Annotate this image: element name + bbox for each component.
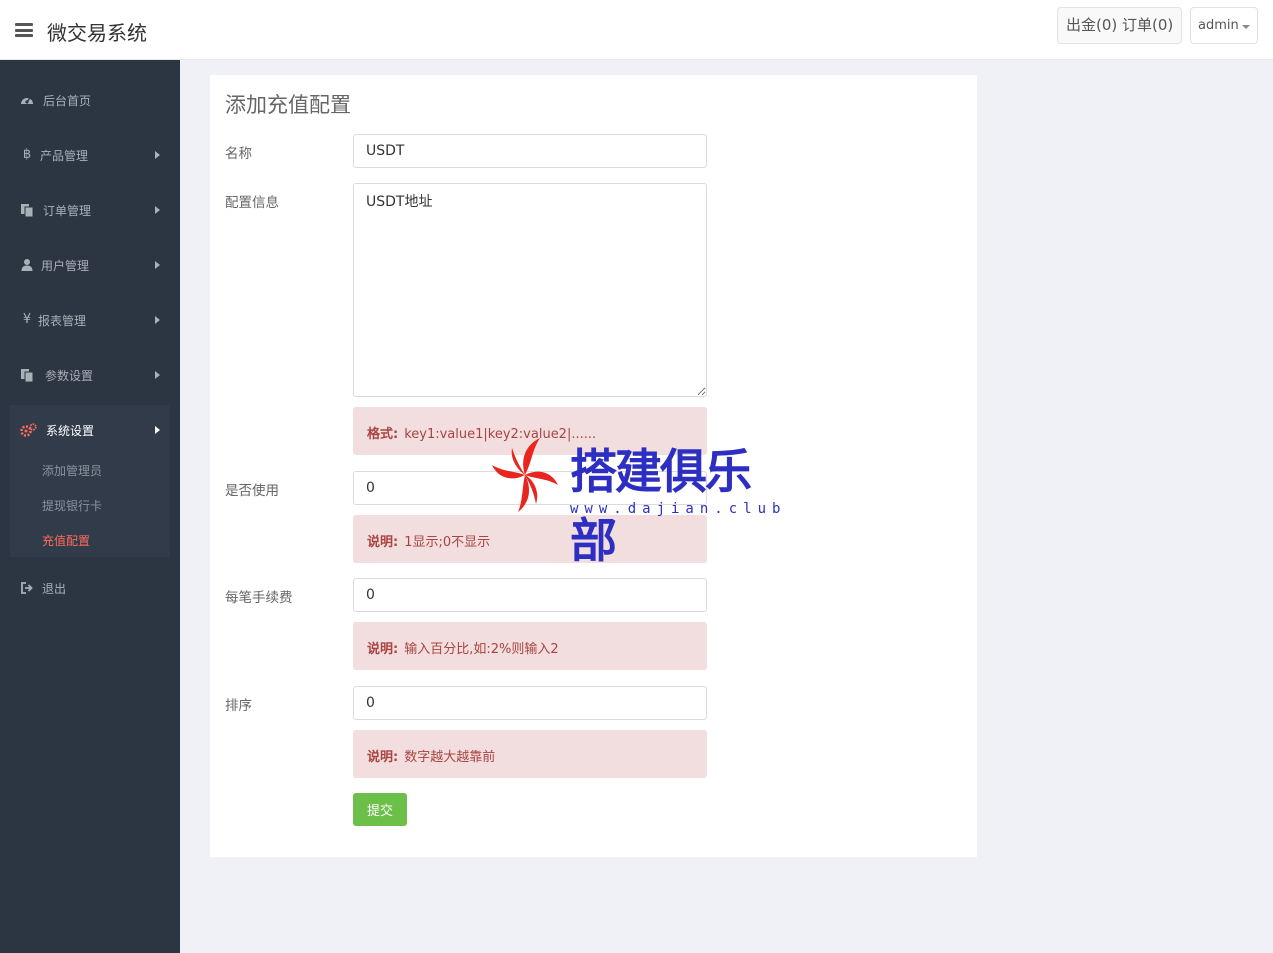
yen-icon: ¥ <box>22 312 32 327</box>
submit-button[interactable]: 提交 <box>353 793 407 826</box>
chevron-right-icon <box>155 316 160 324</box>
recharge-config-form: 添加充值配置 名称 配置信息 USDT地址 格式: key1:value1|key… <box>210 75 977 857</box>
menu-toggle-icon[interactable] <box>15 23 33 37</box>
sidebar-item-params[interactable]: 参数设置 <box>0 348 180 403</box>
gears-icon <box>20 423 37 441</box>
top-header: 微交易系统 出金(0) 订单(0) admin <box>0 0 1273 60</box>
chevron-right-icon <box>155 151 160 159</box>
copy-icon <box>20 368 34 383</box>
withdraw-orders-button[interactable]: 出金(0) 订单(0) <box>1057 7 1183 44</box>
note-head: 说明: <box>367 642 399 657</box>
fee-label: 每笔手续费 <box>225 590 293 606</box>
user-menu-button[interactable]: admin <box>1190 7 1258 44</box>
sidebar-item-users[interactable]: 用户管理 <box>0 238 180 293</box>
username-label: admin <box>1198 18 1239 33</box>
chevron-right-icon <box>155 261 160 269</box>
sidebar-item-label: 报表管理 <box>38 314 87 328</box>
copy-icon <box>20 203 34 218</box>
format-note: 格式: key1:value1|key2:value2|...... <box>353 407 707 455</box>
sidebar-item-label: 用户管理 <box>41 259 90 273</box>
sidebar: 后台首页 ฿ 产品管理 订单管理 用户管理 ¥ 报表管理 参数设置 系统设置 添… <box>0 60 180 953</box>
dashboard-icon <box>20 93 34 107</box>
sort-input[interactable] <box>353 686 707 720</box>
fee-note: 说明: 输入百分比,如:2%则输入2 <box>353 622 707 670</box>
sidebar-item-label: 订单管理 <box>43 204 92 218</box>
note-text: 1显示;0不显示 <box>404 535 491 550</box>
note-text: key1:value1|key2:value2|...... <box>404 427 597 442</box>
sidebar-item-system-settings: 系统设置 添加管理员 提现银行卡 充值配置 <box>10 405 170 557</box>
chevron-right-icon <box>155 371 160 379</box>
sidebar-item-orders[interactable]: 订单管理 <box>0 183 180 238</box>
name-input[interactable] <box>353 134 707 168</box>
config-info-label: 配置信息 <box>225 195 279 211</box>
app-title: 微交易系统 <box>47 21 147 45</box>
chevron-right-icon <box>155 206 160 214</box>
bitcoin-icon: ฿ <box>22 147 32 162</box>
enabled-note: 说明: 1显示;0不显示 <box>353 515 707 563</box>
note-text: 数字越大越靠前 <box>404 750 496 765</box>
fee-input[interactable] <box>353 578 707 612</box>
sidebar-item-products[interactable]: ฿ 产品管理 <box>0 128 180 183</box>
sidebar-item-reports[interactable]: ¥ 报表管理 <box>0 293 180 348</box>
sidebar-item-label: 后台首页 <box>43 94 92 108</box>
sidebar-item-dashboard[interactable]: 后台首页 <box>0 73 180 128</box>
note-text: 输入百分比,如:2%则输入2 <box>404 642 559 657</box>
subnav-add-admin[interactable]: 添加管理员 <box>42 462 102 479</box>
enabled-input[interactable] <box>353 471 707 505</box>
sign-out-icon <box>20 581 34 595</box>
chevron-right-icon <box>155 426 160 434</box>
user-icon <box>20 258 34 272</box>
config-info-textarea[interactable]: USDT地址 <box>353 183 707 397</box>
sidebar-item-logout[interactable]: 退出 <box>0 561 180 616</box>
sort-label: 排序 <box>225 698 252 714</box>
note-head: 说明: <box>367 750 399 765</box>
sidebar-item-label: 参数设置 <box>45 369 94 383</box>
page-title: 添加充值配置 <box>225 93 351 117</box>
sidebar-item-label: 退出 <box>42 582 67 596</box>
sidebar-item-label[interactable]: 系统设置 <box>46 422 94 439</box>
note-head: 格式: <box>367 427 399 442</box>
note-head: 说明: <box>367 535 399 550</box>
sidebar-item-label: 产品管理 <box>40 149 89 163</box>
subnav-recharge-config[interactable]: 充值配置 <box>42 532 90 549</box>
sort-note: 说明: 数字越大越靠前 <box>353 730 707 778</box>
name-label: 名称 <box>225 146 252 162</box>
caret-down-icon <box>1242 25 1250 29</box>
enabled-label: 是否使用 <box>225 483 279 499</box>
subnav-withdraw-bank-card[interactable]: 提现银行卡 <box>42 497 102 514</box>
